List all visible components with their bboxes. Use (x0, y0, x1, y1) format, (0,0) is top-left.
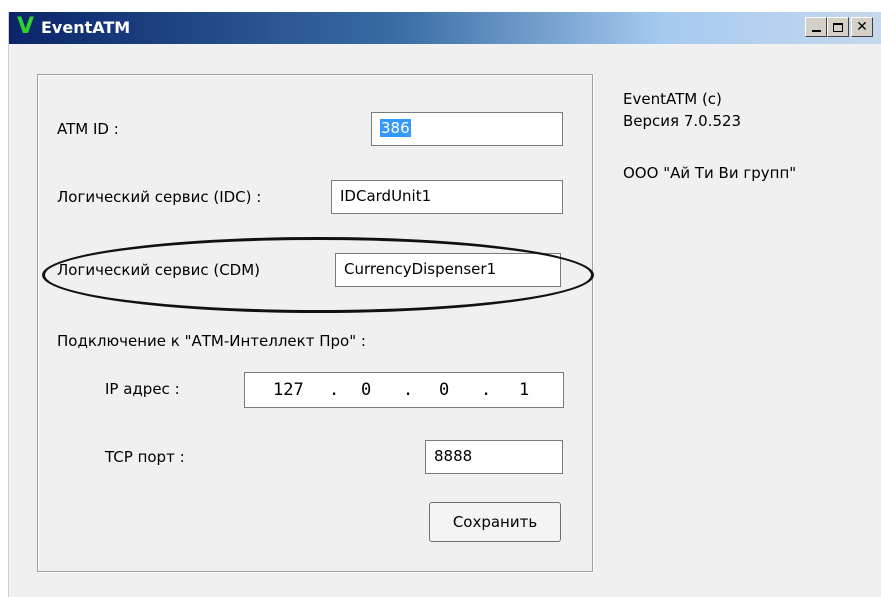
close-icon: ✕ (856, 19, 868, 35)
minimize-icon (811, 30, 821, 32)
ip-octet-2[interactable]: 0 (361, 380, 371, 400)
window-title: EventATM (41, 18, 131, 37)
atm-id-value: 386 (380, 119, 411, 137)
atm-id-label: ATM ID : (57, 120, 119, 138)
save-button[interactable]: Сохранить (429, 502, 561, 542)
connection-label: Подключение к "АТМ-Интеллект Про" : (57, 332, 366, 350)
ip-dot-1: . (329, 380, 340, 400)
ip-address-label: IP адрес : (105, 380, 180, 398)
minimize-button[interactable] (805, 17, 827, 37)
ip-octet-4[interactable]: 1 (519, 380, 529, 400)
ip-dot-3: . (481, 380, 492, 400)
version-text: Версия 7.0.523 (623, 112, 742, 130)
idc-service-input[interactable]: IDCardUnit1 (331, 180, 563, 214)
ip-octet-3[interactable]: 0 (439, 380, 449, 400)
idc-service-value: IDCardUnit1 (340, 187, 432, 205)
maximize-button[interactable] (827, 17, 849, 37)
tcp-port-value: 8888 (434, 447, 473, 465)
product-name: EventATM (c) (623, 90, 722, 108)
title-bar[interactable]: V EventATM ✕ (9, 12, 881, 44)
idc-service-label: Логический сервис (IDC) : (57, 188, 262, 206)
settings-groupbox (37, 74, 593, 572)
atm-id-input[interactable]: 386 (371, 112, 563, 146)
ip-octet-1[interactable]: 127 (273, 380, 304, 400)
highlight-oval (42, 237, 594, 313)
ip-dot-2: . (403, 380, 414, 400)
ip-address-input[interactable]: 127 . 0 . 0 . 1 (244, 372, 564, 408)
company-name: ООО "Ай Ти Ви групп" (623, 164, 797, 182)
tcp-port-input[interactable]: 8888 (425, 440, 563, 474)
app-window: V EventATM ✕ ATM ID : 386 Логический сер… (8, 12, 881, 597)
tcp-port-label: TCP порт : (105, 448, 185, 466)
close-button[interactable]: ✕ (851, 17, 873, 37)
app-v-icon: V (17, 14, 35, 39)
maximize-icon (833, 22, 843, 32)
